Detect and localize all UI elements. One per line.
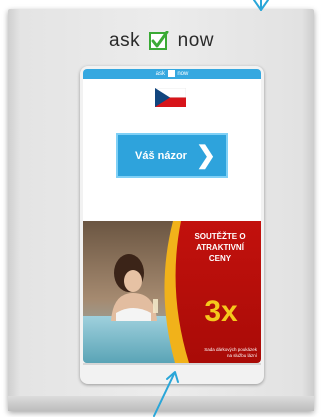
mini-header-bar: ask now bbox=[83, 69, 261, 79]
arrow-up-icon bbox=[153, 371, 179, 417]
checkbox-check-icon bbox=[148, 31, 169, 50]
mini-logo-now: now bbox=[177, 71, 189, 77]
your-opinion-button[interactable]: Váš názor ❯ bbox=[116, 133, 228, 178]
mini-logo-ask: ask bbox=[155, 71, 165, 77]
tablet-screen: ask now Váš názor ❯ SOUTĚŽTE O ATRAKTIVN… bbox=[83, 69, 261, 363]
your-opinion-label: Váš názor bbox=[135, 150, 187, 162]
czech-flag-icon[interactable] bbox=[155, 88, 186, 107]
promo-title-line: SOUTĚŽTE O bbox=[194, 232, 246, 241]
promo-small-print: Sada dárkových poukázek na službu lázní bbox=[177, 347, 257, 359]
logo-word-now: now bbox=[177, 30, 214, 51]
chevron-right-icon: ❯ bbox=[195, 142, 216, 169]
logo-word-ask: ask bbox=[109, 30, 141, 51]
promo-title-line: CENY bbox=[208, 254, 232, 263]
promo-big-count: 3x bbox=[204, 295, 238, 328]
ask-now-logo: ask now bbox=[0, 30, 323, 52]
promo-title-line: ATRAKTIVNÍ bbox=[196, 243, 244, 252]
promo-banner[interactable]: SOUTĚŽTE O ATRAKTIVNÍ CENY 3x Sada dárko… bbox=[83, 221, 261, 363]
promo-title: SOUTĚŽTE O ATRAKTIVNÍ CENY bbox=[181, 231, 259, 264]
mini-check-icon bbox=[167, 69, 175, 77]
arrow-down-icon bbox=[253, 0, 269, 11]
promo-small-line: na službu lázní bbox=[226, 353, 257, 358]
tablet-bottom-bezel bbox=[83, 363, 261, 365]
